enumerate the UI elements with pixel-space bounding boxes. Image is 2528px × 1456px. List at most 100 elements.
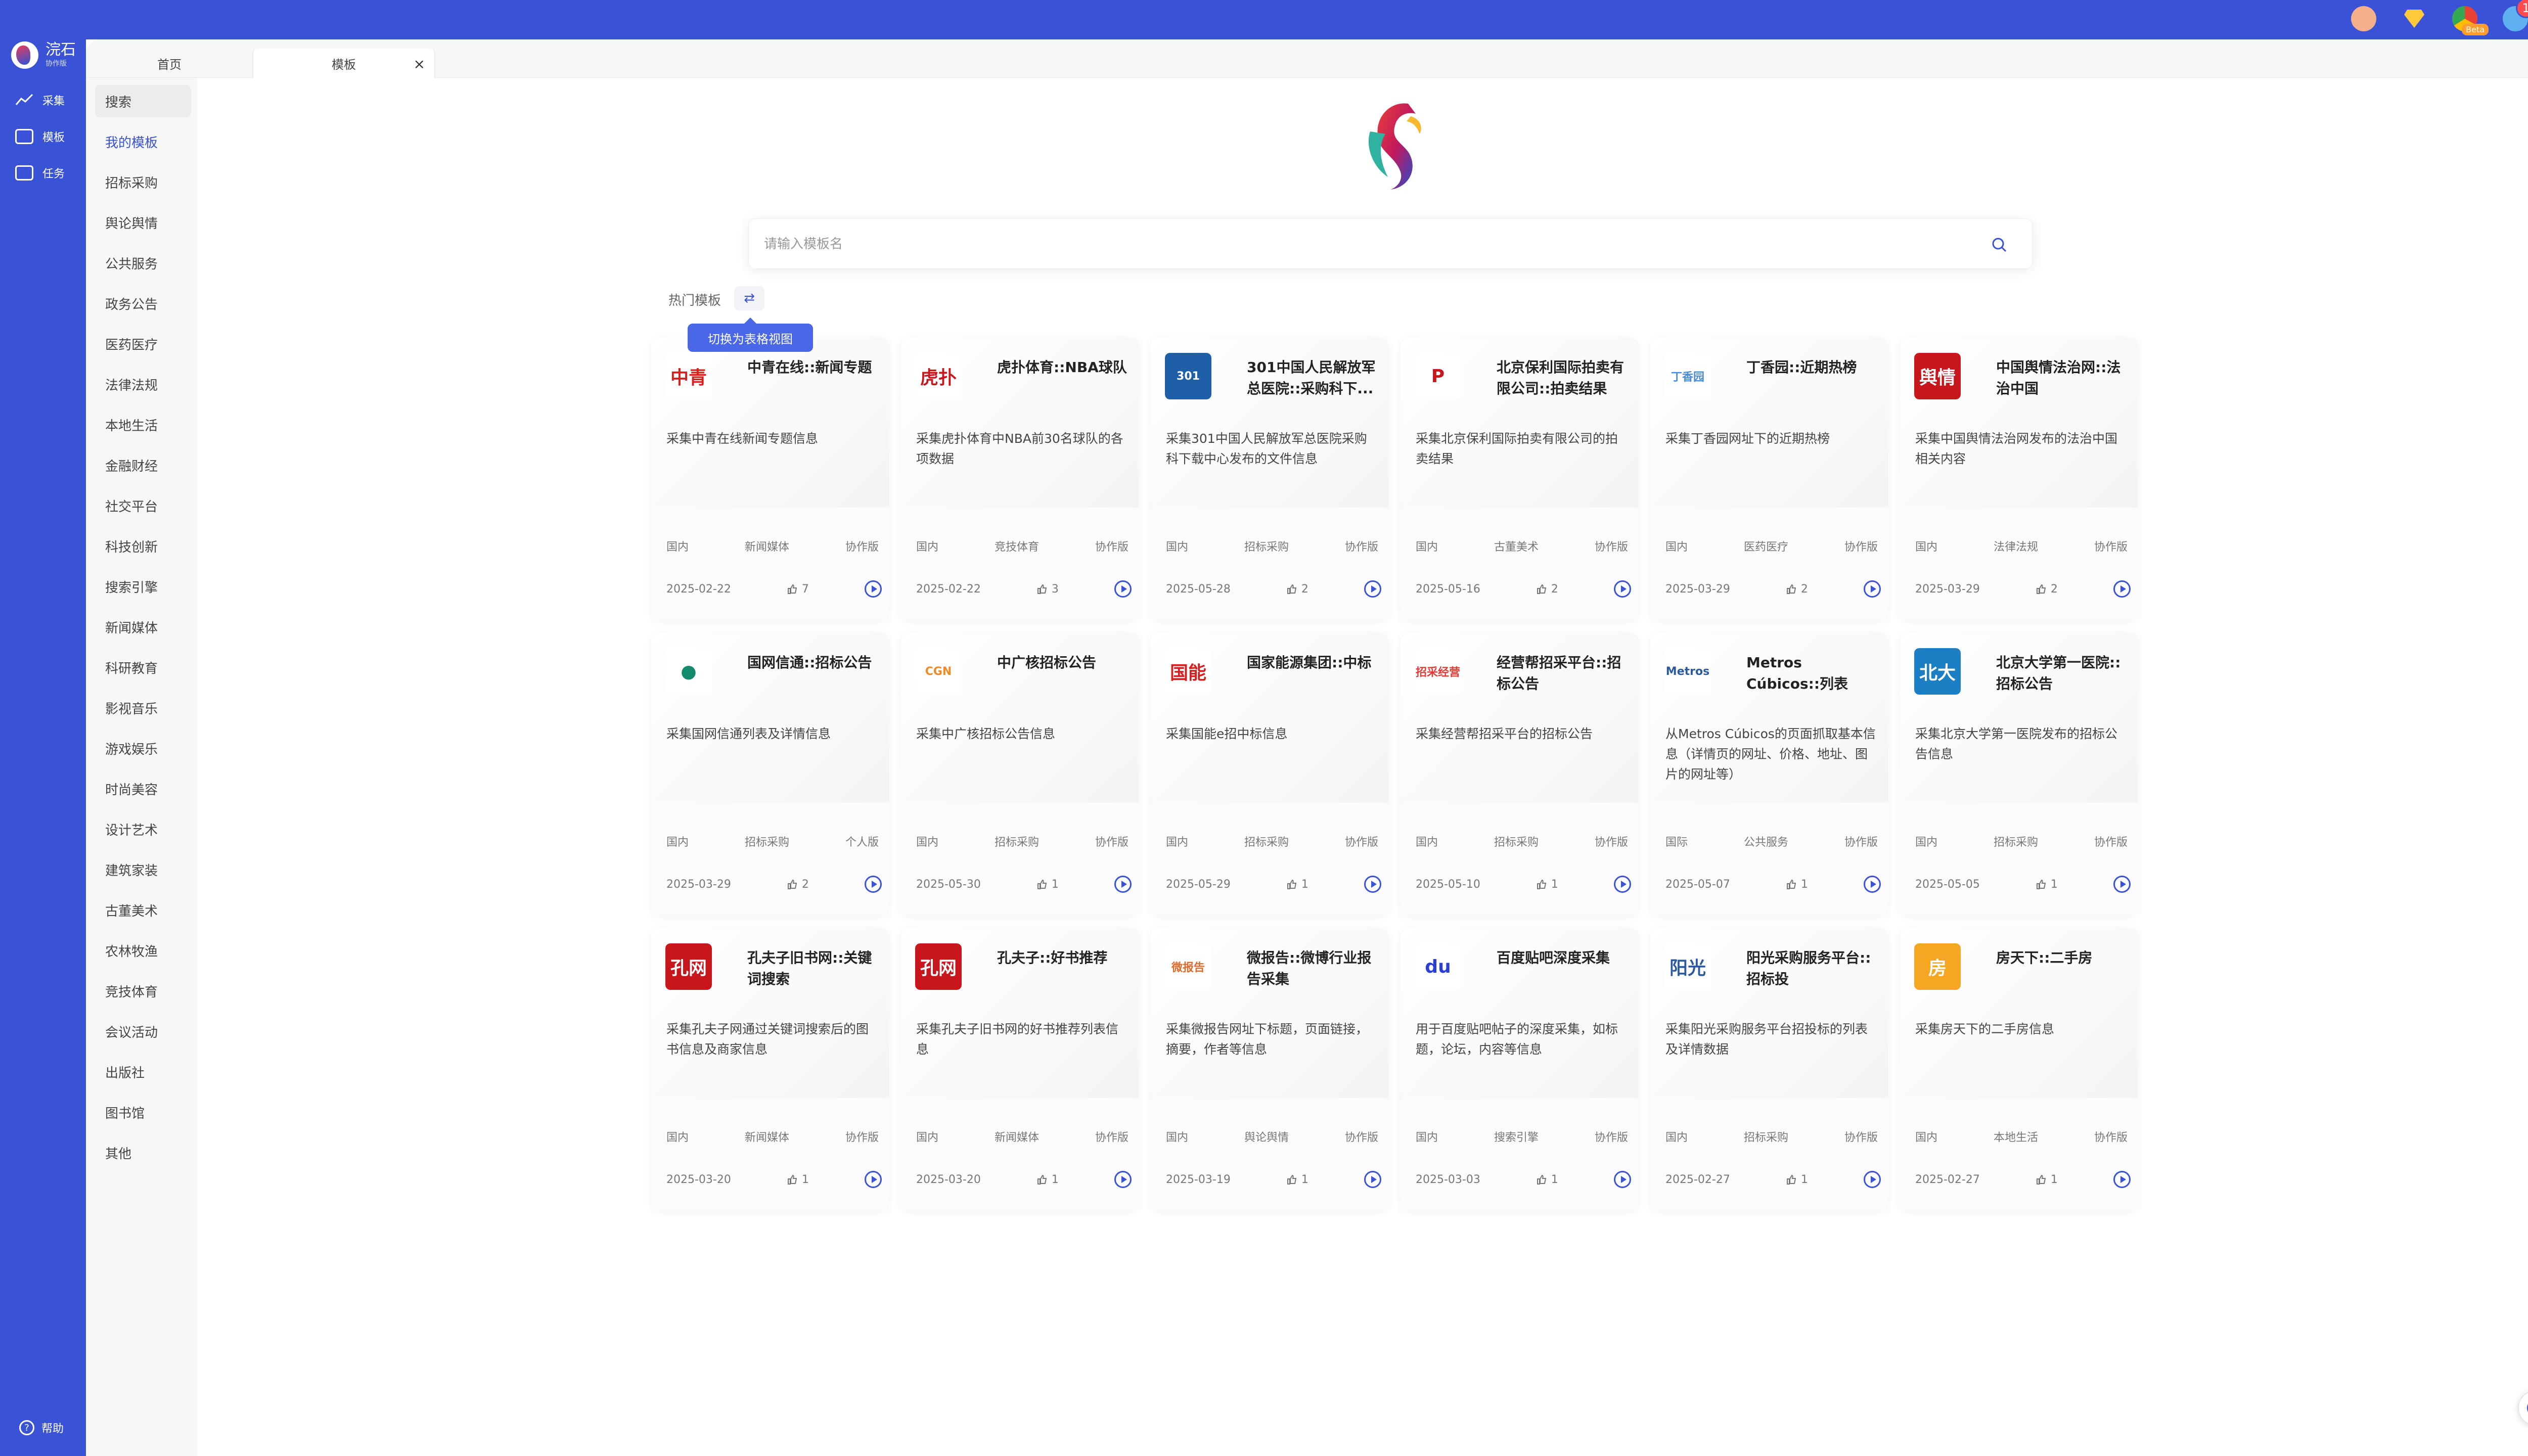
tab-home[interactable]: 首页 [86,49,253,78]
template-card[interactable]: 虎扑 虎扑体育::NBA球队 采集虎扑体育中NBA前30名球队的各项数据 国内 竞技体育… [901,338,1139,621]
template-card[interactable]: 孔网 孔夫子旧书网::关键词搜索 采集孔夫子网通过关键词搜索后的图书信息及商家信息国… [651,928,889,1211]
template-card[interactable]: 301 301中国人民解放军总医院::采购科下... 采集301中国人民解放军总医院… [1151,338,1388,621]
template-card[interactable]: 招采经营 经营帮招采平台::招标公告 采集经营帮招采平台的招标公告 国内 招标采购 协作版… [1401,633,1638,916]
template-card[interactable]: 北大 北京大学第一医院::招标公告 采集北京大学第一医院发布的招标公告信息 国内 招标采… [1900,633,2138,916]
likes[interactable]: 1 [1286,1173,1308,1186]
likes[interactable]: 1 [1036,878,1059,891]
card-meta: 2025-03-03 1 [1416,1171,1631,1188]
template-card[interactable]: 丁香园 丁香园::近期热榜 采集丁香园网址下的近期热榜 国内 医药医疗 协作版 2025-0… [1650,338,1888,621]
play-circle-icon[interactable] [1863,580,1881,598]
likes[interactable]: 1 [787,1173,809,1186]
play-circle-icon[interactable] [864,876,882,893]
category-item[interactable]: 农林牧渔 [95,934,191,967]
diamond-icon[interactable] [2402,6,2427,31]
category-item[interactable]: 建筑家装 [95,853,191,886]
category-item[interactable]: 我的模板 [95,125,191,158]
help-link[interactable]: ? 帮助 [19,1420,64,1436]
rail-item-templates[interactable]: 模板 [15,127,65,146]
category-item[interactable]: 公共服务 [95,247,191,279]
template-card[interactable]: 阳光 阳光采购服务平台::招标投 采集阳光采购服务平台招投标的列表及详情数据 国内 招标… [1650,928,1888,1211]
category-item[interactable]: 社交平台 [95,489,191,522]
category-item[interactable]: 招标采购 [95,166,191,198]
play-circle-icon[interactable] [2113,1171,2131,1188]
like-count: 3 [1051,582,1059,596]
category-item[interactable]: 新闻媒体 [95,611,191,643]
likes[interactable]: 2 [2036,583,2058,596]
chrome-extension-icon[interactable]: Beta [2452,6,2489,35]
category-item[interactable]: 政务公告 [95,287,191,320]
template-card[interactable]: 孔网 孔夫子::好书推荐 采集孔夫子旧书网的好书推荐列表信息 国内 新闻媒体 协作版 202… [901,928,1139,1211]
play-circle-icon[interactable] [1613,580,1631,598]
play-circle-icon[interactable] [2113,580,2131,598]
play-circle-icon[interactable] [1863,1171,1881,1188]
likes[interactable]: 1 [1536,878,1558,891]
play-circle-icon[interactable] [1364,1171,1381,1188]
support-button[interactable] [2518,1390,2528,1426]
brand[interactable]: 浣石 协作版 [11,41,76,69]
category-item[interactable]: 出版社 [95,1056,191,1088]
likes[interactable]: 2 [1286,583,1308,596]
category-item[interactable]: 搜索引擎 [95,570,191,603]
close-icon[interactable]: × [414,56,425,72]
play-circle-icon[interactable] [864,1171,882,1188]
play-circle-icon[interactable] [1364,876,1381,893]
likes[interactable]: 7 [787,583,809,596]
likes[interactable]: 2 [1536,583,1558,596]
category-item[interactable]: 科研教育 [95,651,191,684]
template-card[interactable]: 房 房天下::二手房 采集房天下的二手房信息 国内 本地生活 协作版 2025-02-27 1 [1900,928,2138,1211]
template-card[interactable]: 中青 中青在线::新闻专题 采集中青在线新闻专题信息 国内 新闻媒体 协作版 2025-02… [651,338,889,621]
template-card[interactable]: CGN 中广核招标公告 采集中广核招标公告信息 国内 招标采购 协作版 2025-05-30… [901,633,1139,916]
play-circle-icon[interactable] [1114,1171,1132,1188]
category-item[interactable]: 时尚美容 [95,772,191,805]
template-card[interactable]: 微报告 微报告::微博行业报告采集 采集微报告网址下标题，页面链接，摘要，作者等信息… [1151,928,1388,1211]
category-item[interactable]: 游戏娱乐 [95,732,191,764]
template-card[interactable]: du 百度贴吧深度采集 用于百度贴吧帖子的深度采集，如标题，论坛，内容等信息 国内 搜索… [1401,928,1638,1211]
category-item[interactable]: 舆论舆情 [95,206,191,239]
play-circle-icon[interactable] [1114,580,1132,598]
template-card[interactable]: P 北京保利国际拍卖有限公司::拍卖结果 采集北京保利国际拍卖有限公司的拍卖结果 国内… [1401,338,1638,621]
tab-templates[interactable]: 模板 × [253,49,435,78]
likes[interactable]: 1 [1286,878,1308,891]
category-item[interactable]: 法律法规 [95,368,191,400]
category-item[interactable]: 会议活动 [95,1015,191,1048]
play-circle-icon[interactable] [864,580,882,598]
swap-icon[interactable]: ⇄ [734,286,764,310]
likes[interactable]: 2 [1786,583,1808,596]
category-item[interactable]: 设计艺术 [95,813,191,845]
category-item[interactable]: 古董美术 [95,894,191,926]
likes[interactable]: 1 [2036,1173,2058,1186]
play-circle-icon[interactable] [1364,580,1381,598]
play-circle-icon[interactable] [2113,876,2131,893]
play-circle-icon[interactable] [1613,1171,1631,1188]
play-circle-icon[interactable] [1863,876,1881,893]
category-search[interactable]: 搜索 [95,85,191,117]
category-item[interactable]: 其他 [95,1136,191,1169]
template-card[interactable]: ● 国网信通::招标公告 采集国网信通列表及详情信息 国内 招标采购 个人版 2025-03… [651,633,889,916]
likes[interactable]: 1 [2036,878,2058,891]
bell-icon[interactable]: 1 [2503,0,2528,31]
template-card[interactable]: Metros Metros Cúbicos::列表 从Metros Cúbicos的… [1650,633,1888,916]
likes[interactable]: 2 [787,878,809,891]
category-item[interactable]: 影视音乐 [95,692,191,724]
rail-item-collect[interactable]: 采集 [15,91,65,109]
money-bag-icon[interactable] [2351,6,2376,31]
template-card[interactable]: 舆情 中国舆情法治网::法治中国 采集中国舆情法治网发布的法治中国相关内容 国内 法律法… [1900,338,2138,621]
likes[interactable]: 1 [1786,1173,1808,1186]
category-item[interactable]: 金融财经 [95,449,191,481]
rail-item-tasks[interactable]: 任务 [15,164,65,182]
likes[interactable]: 1 [1036,1173,1059,1186]
search-icon[interactable] [1991,236,2008,253]
likes[interactable]: 3 [1036,583,1059,596]
category-item[interactable]: 本地生活 [95,408,191,441]
template-card[interactable]: 国能 国家能源集团::中标 采集国能e招中标信息 国内 招标采购 协作版 2025-05-2… [1151,633,1388,916]
search-input[interactable] [764,232,1977,256]
category-item[interactable]: 医药医疗 [95,328,191,360]
likes[interactable]: 1 [1536,1173,1558,1186]
likes[interactable]: 1 [1786,878,1808,891]
category-item[interactable]: 图书馆 [95,1096,191,1128]
category-item[interactable]: 竞技体育 [95,975,191,1007]
play-circle-icon[interactable] [1114,876,1132,893]
category-item[interactable]: 科技创新 [95,530,191,562]
tab-label: 模板 [332,57,356,72]
play-circle-icon[interactable] [1613,876,1631,893]
